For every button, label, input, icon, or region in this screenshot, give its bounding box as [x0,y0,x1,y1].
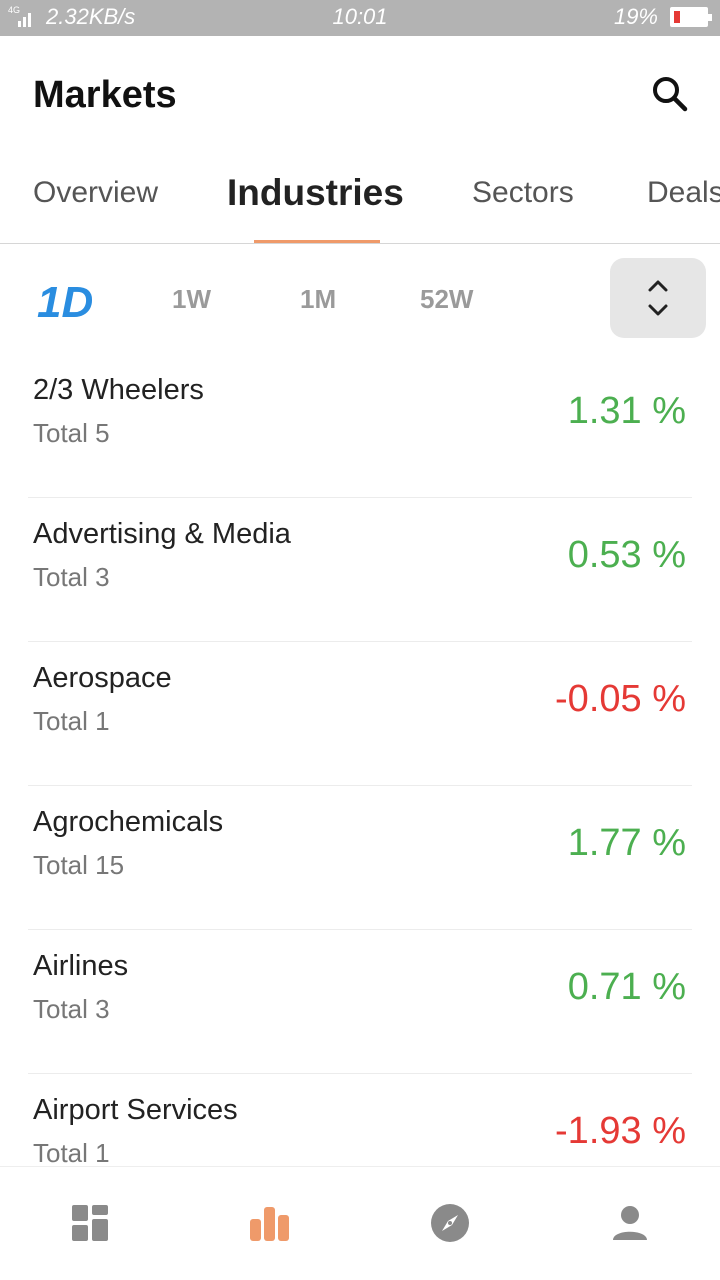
status-time: 10:01 [332,4,388,29]
industry-name: Airport Services [33,1094,238,1126]
tab-industries[interactable]: Industries [227,172,404,214]
dashboard-icon[interactable] [70,1203,110,1243]
industry-change: 0.71 % [567,966,686,1008]
industry-name: Airlines [33,950,129,982]
industry-change: -0.05 % [555,678,686,720]
filter-52w[interactable]: 52W [420,284,473,315]
industries-list: 2/3 Wheelers Total 5 1.31 % Advertising … [0,354,720,1166]
bottom-navigation [0,1166,720,1280]
industry-name: Aerospace [33,662,172,694]
list-item[interactable]: Advertising & Media Total 3 0.53 % [28,498,692,642]
industry-total: Total 3 [33,562,110,592]
list-item[interactable]: 2/3 Wheelers Total 5 1.31 % [28,354,692,498]
sort-updown-icon [648,280,668,316]
industry-total: Total 3 [33,994,110,1024]
industry-total: Total 15 [33,850,125,880]
app-header: Markets [0,36,720,154]
filter-1w[interactable]: 1W [172,284,211,315]
compass-icon[interactable] [430,1203,470,1243]
battery-icon [670,7,712,27]
tab-overview[interactable]: Overview [33,176,158,210]
filter-1m[interactable]: 1M [300,284,336,315]
battery-percent: 19% [613,4,658,29]
status-bar: 4G 2.32KB/s 10:01 19% [0,0,720,36]
industry-total: Total 1 [33,1138,110,1166]
list-item[interactable]: Airport Services Total 1 -1.93 % [28,1074,692,1166]
market-tabs: Overview Industries Sectors Deals [0,154,720,244]
list-item[interactable]: Airlines Total 3 0.71 % [28,930,692,1074]
industry-change: 1.77 % [567,822,686,864]
industry-name: Agrochemicals [33,806,224,838]
industry-change: 1.31 % [567,390,686,432]
industry-change: 0.53 % [567,534,686,576]
page-title: Markets [33,74,177,116]
industry-change: -1.93 % [555,1110,686,1152]
filter-1d[interactable]: 1D [37,278,93,328]
search-icon[interactable] [648,72,692,116]
profile-icon[interactable] [610,1203,650,1243]
tab-sectors[interactable]: Sectors [472,176,574,210]
industry-total: Total 5 [33,418,110,448]
industry-name: Advertising & Media [33,518,291,550]
bar-chart-icon[interactable] [250,1203,290,1243]
list-item[interactable]: Aerospace Total 1 -0.05 % [28,642,692,786]
industry-total: Total 1 [33,706,110,736]
tab-deals[interactable]: Deals [647,176,720,210]
time-filter-bar: 1D 1W 1M 52W [0,244,720,354]
industry-name: 2/3 Wheelers [33,374,204,406]
sort-button[interactable] [610,258,706,338]
list-item[interactable]: Agrochemicals Total 15 1.77 % [28,786,692,930]
